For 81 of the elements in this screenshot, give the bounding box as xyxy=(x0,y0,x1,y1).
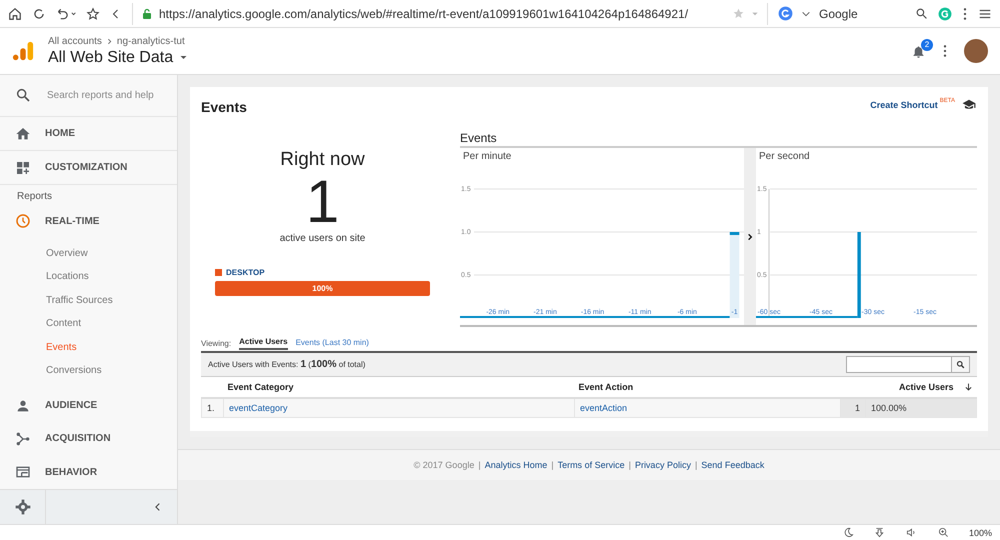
nav-item[interactable]: AUDIENCE xyxy=(0,388,177,422)
table-cell-link[interactable]: eventAction xyxy=(574,398,840,418)
view-selector[interactable]: All Web Site Data xyxy=(48,48,174,66)
analytics-logo-icon xyxy=(12,40,34,62)
star-icon[interactable] xyxy=(732,7,745,20)
device-label: DESKTOP xyxy=(226,268,265,277)
reload-icon[interactable] xyxy=(32,6,46,20)
view-tab[interactable]: Events (Last 30 min) xyxy=(296,338,369,349)
column-header[interactable]: Active Users xyxy=(898,382,954,392)
branch-icon xyxy=(15,430,31,447)
footer-link[interactable]: Terms of Service xyxy=(558,460,625,470)
separator-text: | xyxy=(478,460,481,470)
home-icon[interactable] xyxy=(8,6,22,20)
section-label: Reports xyxy=(16,190,54,204)
search-engine-box[interactable]: Google xyxy=(778,6,928,21)
nav-subitem[interactable]: Content xyxy=(0,312,177,336)
separator-text: | xyxy=(628,460,631,470)
chevron-right-icon[interactable] xyxy=(106,38,113,44)
breadcrumb-link[interactable]: All accounts xyxy=(48,36,102,46)
caret-icon[interactable] xyxy=(179,53,188,62)
breadcrumb-link[interactable]: ng-analytics-tut xyxy=(116,36,185,46)
chart-title: Per minute xyxy=(463,151,512,162)
sort-arrow-icon[interactable] xyxy=(964,382,972,392)
summary-text: Active Users with Events: 1 (100% of total) xyxy=(208,359,366,370)
more-icon[interactable] xyxy=(942,44,948,58)
bar-cap xyxy=(730,232,740,235)
row-number: 1. xyxy=(202,398,224,418)
footer-link[interactable]: Analytics Home xyxy=(484,460,548,470)
nav-item[interactable]: REAL-TIME xyxy=(0,204,177,238)
create-shortcut-link[interactable]: Create Shortcut xyxy=(870,100,938,110)
search-button[interactable] xyxy=(951,357,969,372)
active-user-count: 1 xyxy=(306,171,340,233)
notification-count: 2 xyxy=(921,38,933,50)
bell-icon[interactable] xyxy=(911,44,926,58)
more-icon[interactable] xyxy=(962,6,968,20)
zoom-icon[interactable] xyxy=(938,527,949,538)
nav-item[interactable]: HOME xyxy=(0,116,177,152)
address-bar[interactable]: https://analytics.google.com/analytics/web/#realtime/rt-event/a109919601w164104264p164864921/ xyxy=(132,2,768,24)
lock-icon[interactable] xyxy=(141,8,153,20)
avatar[interactable] xyxy=(964,39,988,63)
settings-icon[interactable] xyxy=(14,498,30,515)
search-icon[interactable] xyxy=(15,87,31,104)
clock-icon xyxy=(15,213,31,230)
nav-subitem[interactable]: Locations xyxy=(0,265,177,289)
table-cell-link[interactable]: eventCategory xyxy=(224,398,574,418)
active-users-caption: active users on site xyxy=(280,233,366,244)
nav-subitem[interactable]: Conversions xyxy=(0,359,177,383)
footer-link[interactable]: Send Feedback xyxy=(701,460,764,470)
separator-text: | xyxy=(551,460,554,470)
nav-item[interactable]: CUSTOMIZATION xyxy=(0,151,177,186)
undo-icon[interactable] xyxy=(56,6,76,20)
separator-text: | xyxy=(694,460,698,470)
nav-subitem[interactable]: Overview xyxy=(0,242,177,266)
dashboard-icon xyxy=(15,160,31,176)
nav-subitem[interactable]: Traffic Sources xyxy=(0,288,177,312)
search-engine-icon[interactable] xyxy=(778,6,793,21)
table-cell: 100.00% xyxy=(866,398,976,418)
chart-heading: Events xyxy=(460,131,977,148)
viewing-label: Viewing: xyxy=(201,339,232,348)
copyright-text: © 2017 Google xyxy=(414,460,474,470)
nav-item[interactable]: ACQUISITION xyxy=(0,422,177,456)
right-now-heading: Right now xyxy=(280,149,365,171)
download-icon[interactable] xyxy=(874,527,885,538)
window-icon xyxy=(15,464,31,480)
search-field[interactable]: Search reports and help xyxy=(47,90,167,101)
view-tab[interactable]: Active Users xyxy=(239,337,288,350)
moon-icon[interactable] xyxy=(842,527,854,538)
device-share-value: 100% xyxy=(311,283,334,295)
search-icon[interactable] xyxy=(956,360,965,369)
footer-link[interactable]: Privacy Policy xyxy=(634,460,691,470)
graduation-cap-icon[interactable] xyxy=(961,98,977,112)
search-icon[interactable] xyxy=(915,7,928,20)
zoom-level: 100% xyxy=(968,528,992,538)
chart-title: Per second xyxy=(759,151,810,162)
expand-icon[interactable] xyxy=(746,232,754,242)
person-icon xyxy=(15,398,31,414)
table-cell: 1 xyxy=(840,398,866,418)
star-icon[interactable] xyxy=(86,6,100,20)
nav-item[interactable]: BEHAVIOR xyxy=(0,456,177,489)
report-title: Events xyxy=(201,99,247,115)
home-icon xyxy=(15,126,31,142)
